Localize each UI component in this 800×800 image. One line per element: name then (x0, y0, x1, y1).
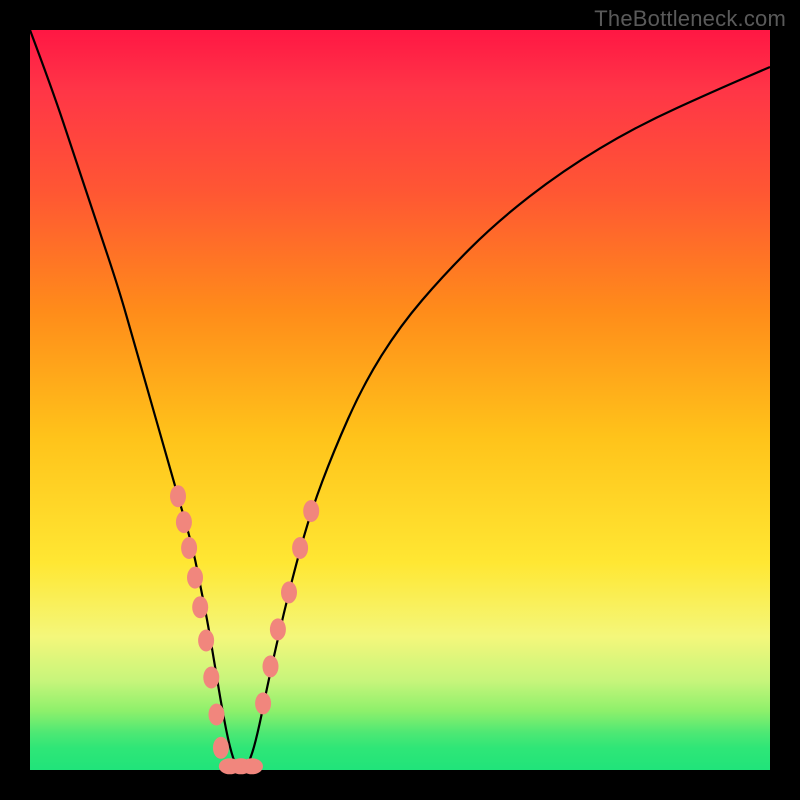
stress-marker (181, 537, 197, 559)
stress-marker (213, 737, 229, 759)
stress-marker (241, 758, 263, 774)
stress-marker (170, 485, 186, 507)
watermark-text: TheBottleneck.com (594, 6, 786, 32)
stress-marker (292, 537, 308, 559)
stress-markers-left (170, 485, 229, 759)
stress-marker (192, 596, 208, 618)
stress-marker (203, 667, 219, 689)
stress-markers-bottom (219, 758, 263, 774)
stress-marker (270, 618, 286, 640)
stress-marker (198, 630, 214, 652)
stress-markers-right (255, 500, 319, 714)
chart-frame: TheBottleneck.com (0, 0, 800, 800)
curve-svg (30, 30, 770, 770)
stress-marker (208, 704, 224, 726)
stress-marker (255, 692, 271, 714)
stress-marker (281, 581, 297, 603)
plot-area (30, 30, 770, 770)
stress-marker (263, 655, 279, 677)
stress-marker (176, 511, 192, 533)
stress-marker (187, 567, 203, 589)
bottleneck-curve (30, 30, 770, 770)
stress-marker (303, 500, 319, 522)
